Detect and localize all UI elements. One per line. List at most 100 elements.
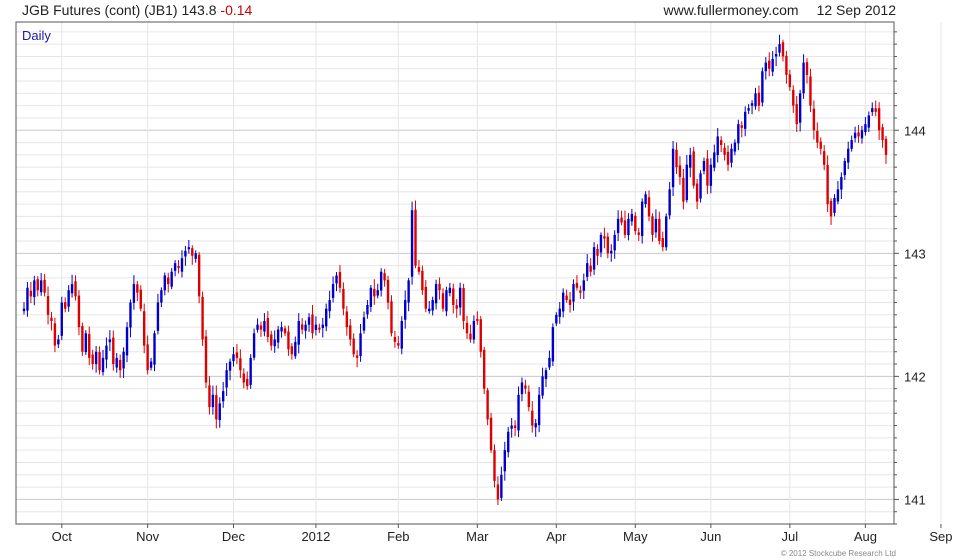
candle-down bbox=[239, 358, 242, 371]
candle-up bbox=[534, 423, 537, 428]
candle-down bbox=[283, 328, 287, 334]
candle-up bbox=[307, 317, 311, 325]
candle-down bbox=[139, 289, 142, 309]
candle-down bbox=[476, 318, 479, 321]
candle-down bbox=[692, 151, 695, 186]
candle-up bbox=[94, 351, 98, 365]
candle-down bbox=[829, 200, 833, 217]
candle-down bbox=[452, 288, 455, 305]
candle-down bbox=[167, 277, 170, 285]
candle-down bbox=[726, 151, 730, 165]
candle-up bbox=[187, 247, 191, 250]
candle-down bbox=[723, 147, 726, 155]
candle-up bbox=[860, 130, 864, 139]
candle-up bbox=[616, 218, 620, 234]
y-tick-label: 144 bbox=[904, 123, 926, 138]
candle-up bbox=[520, 382, 524, 395]
candle-down bbox=[757, 92, 761, 106]
candle-down bbox=[568, 299, 572, 305]
candle-down bbox=[197, 254, 201, 297]
candle-down bbox=[465, 322, 469, 334]
candle-down bbox=[658, 218, 661, 242]
candle-up bbox=[586, 263, 589, 277]
candle-down bbox=[596, 249, 599, 256]
candle-down bbox=[352, 338, 355, 355]
candle-up bbox=[39, 280, 43, 293]
candle-up bbox=[225, 370, 228, 388]
candle-up bbox=[847, 148, 850, 163]
candle-up bbox=[572, 284, 575, 302]
candle-down bbox=[287, 331, 290, 350]
candle-down bbox=[177, 266, 180, 269]
candle-up bbox=[331, 284, 335, 298]
candle-up bbox=[153, 333, 156, 365]
candle-up bbox=[60, 302, 63, 336]
candle-down bbox=[792, 89, 795, 106]
y-tick-label: 141 bbox=[904, 492, 926, 507]
candle-down bbox=[208, 385, 211, 408]
candle-down bbox=[373, 288, 376, 297]
candle-up bbox=[627, 218, 630, 236]
candle-down bbox=[647, 197, 651, 217]
candle-up bbox=[294, 341, 297, 357]
candle-up bbox=[458, 287, 462, 308]
candle-down bbox=[318, 327, 321, 330]
candle-up bbox=[750, 103, 754, 106]
candle-down bbox=[29, 290, 33, 297]
candle-down bbox=[531, 410, 534, 426]
candle-down bbox=[565, 295, 568, 301]
candle-up bbox=[840, 177, 843, 190]
candle-up bbox=[640, 201, 644, 237]
candle-down bbox=[112, 337, 115, 365]
candle-down bbox=[64, 302, 67, 309]
candle-up bbox=[445, 290, 448, 312]
candle-up bbox=[754, 93, 757, 107]
candle-down bbox=[393, 336, 397, 342]
candle-down bbox=[201, 296, 204, 340]
candle-down bbox=[345, 311, 349, 328]
candle-up bbox=[404, 300, 407, 320]
candle-down bbox=[342, 288, 345, 309]
candle-up bbox=[500, 474, 503, 498]
candle-up bbox=[713, 152, 716, 168]
candle-up bbox=[160, 290, 163, 303]
candle-down bbox=[513, 425, 517, 429]
candle-down bbox=[719, 140, 723, 146]
candle-up bbox=[654, 218, 658, 233]
candle-down bbox=[349, 325, 352, 340]
candle-up bbox=[541, 376, 544, 396]
candle-down bbox=[259, 325, 263, 330]
candle-down bbox=[338, 272, 342, 288]
candle-up bbox=[551, 327, 555, 362]
candle-down bbox=[788, 74, 792, 88]
candle-up bbox=[747, 108, 750, 111]
candle-up bbox=[22, 308, 26, 312]
candle-up bbox=[555, 314, 558, 324]
candle-up bbox=[105, 345, 108, 360]
candle-down bbox=[142, 311, 146, 346]
candle-down bbox=[46, 296, 50, 315]
candle-down bbox=[575, 282, 579, 288]
candle-up bbox=[764, 62, 768, 72]
candle-down bbox=[215, 395, 218, 420]
candle-down bbox=[826, 164, 829, 205]
candle-down bbox=[795, 104, 798, 125]
candle-up bbox=[864, 124, 867, 133]
candle-up bbox=[689, 154, 692, 168]
candle-up bbox=[668, 189, 671, 216]
candle-up bbox=[582, 280, 585, 291]
candle-down bbox=[417, 267, 421, 272]
candle-up bbox=[67, 290, 70, 307]
x-tick-label: Dec bbox=[222, 529, 246, 544]
candle-down bbox=[486, 390, 489, 420]
candle-up bbox=[510, 425, 513, 429]
candle-down bbox=[675, 149, 678, 168]
candle-down bbox=[620, 217, 623, 223]
x-tick-label: Oct bbox=[52, 529, 73, 544]
candle-down bbox=[781, 42, 785, 57]
candle-down bbox=[482, 349, 486, 389]
candle-down bbox=[77, 295, 81, 328]
candle-up bbox=[163, 275, 167, 291]
candle-up bbox=[256, 324, 259, 330]
candle-up bbox=[70, 284, 74, 294]
